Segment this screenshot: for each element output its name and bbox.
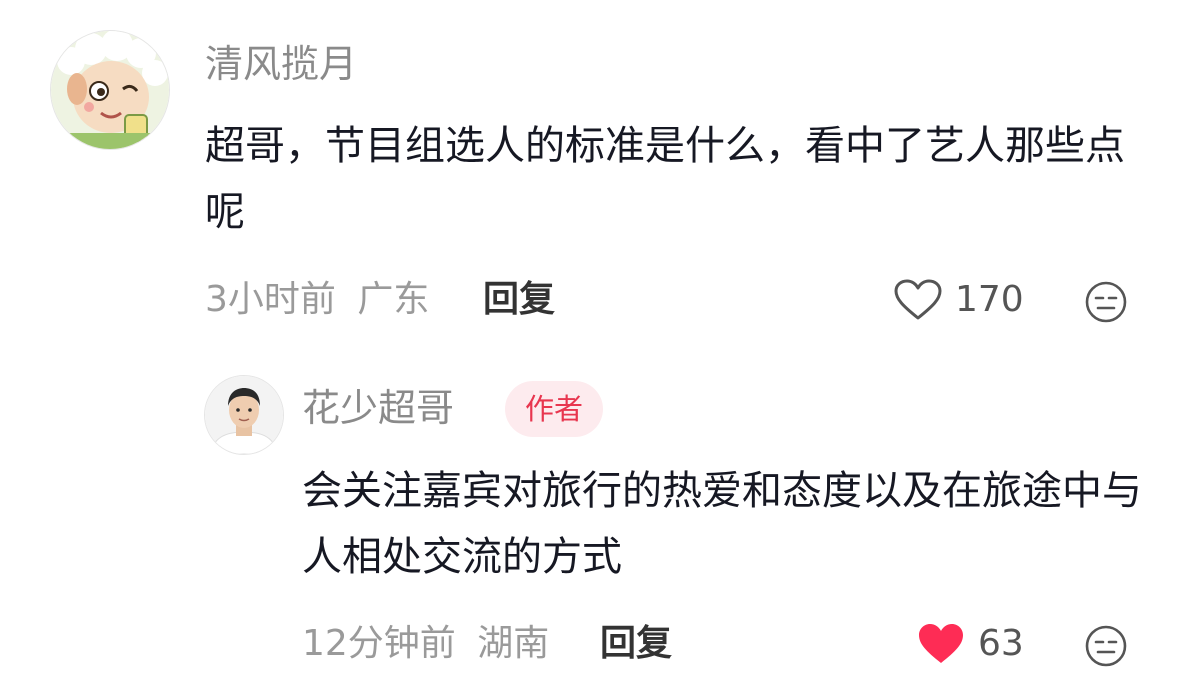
comment-time: 3小时前 [205, 279, 336, 320]
heart-filled-icon [919, 624, 963, 663]
reply-location: 湖南 [477, 623, 550, 664]
user-avatar[interactable] [50, 30, 170, 150]
reply-reply-button[interactable]: 回复 [600, 622, 672, 666]
reply-like-count: 63 [978, 623, 1024, 664]
reply-emoji-reaction-button[interactable] [1084, 624, 1128, 672]
reply-meta: 12分钟前 湖南 [302, 622, 549, 666]
comment-location: 广东 [357, 279, 430, 320]
neutral-face-icon [1085, 281, 1127, 323]
like-count: 170 [955, 279, 1024, 320]
author-avatar[interactable] [204, 375, 284, 455]
reply-username[interactable]: 花少超哥 [302, 386, 454, 430]
like-button[interactable]: 170 [893, 278, 1024, 322]
emoji-reaction-button[interactable] [1084, 280, 1128, 328]
comment-text[interactable]: 超哥，节目组选人的标准是什么，看中了艺人那些点呢 [205, 113, 1125, 245]
author-badge: 作者 [505, 381, 604, 437]
reply-like-button[interactable]: 63 [916, 622, 1024, 666]
comment-username[interactable]: 清风揽月 [205, 42, 357, 86]
neutral-face-icon [1085, 625, 1127, 667]
comment-thread: 清风揽月 超哥，节目组选人的标准是什么，看中了艺人那些点呢 3小时前 广东 回复… [0, 0, 1200, 693]
reply-button[interactable]: 回复 [483, 278, 555, 322]
man-portrait-icon [205, 376, 283, 454]
reply-time: 12分钟前 [302, 623, 456, 664]
sheep-avatar-icon [51, 31, 169, 149]
heart-outline-icon [894, 279, 942, 320]
comment-meta: 3小时前 广东 [205, 278, 429, 322]
reply-text[interactable]: 会关注嘉宾对旅行的热爱和态度以及在旅途中与人相处交流的方式 [302, 458, 1152, 590]
